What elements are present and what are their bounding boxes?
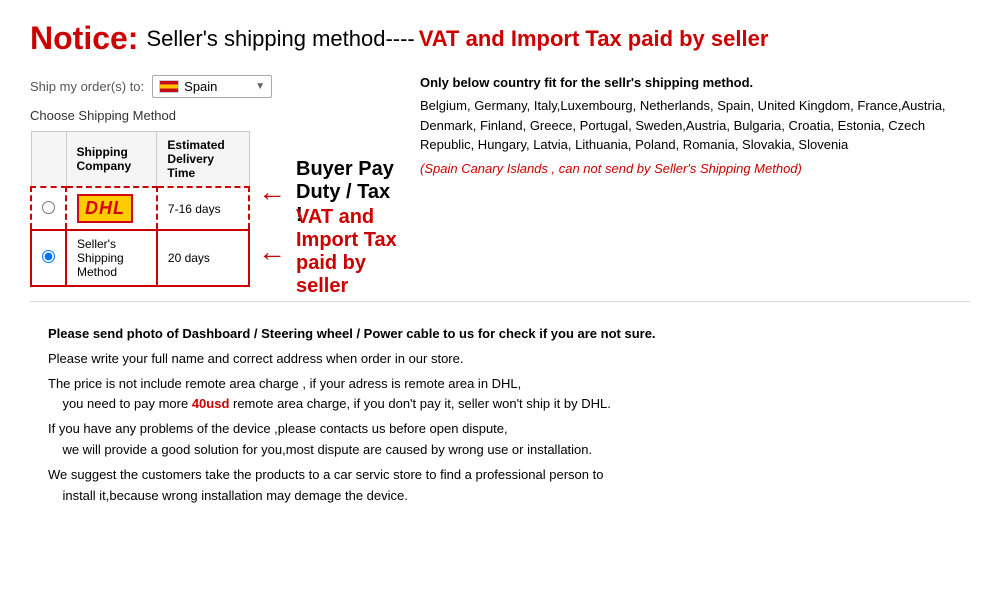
ship-to-country: Spain: [184, 79, 217, 94]
table-header-row: Shipping Company Estimated Delivery Time: [31, 132, 249, 188]
choose-method-label: Choose Shipping Method: [30, 108, 400, 123]
ship-to-row: Ship my order(s) to: Spain ▼: [30, 75, 400, 98]
notice-header: Notice: Seller's shipping method---- VAT…: [30, 20, 970, 57]
notice-text: Seller's shipping method----: [146, 26, 414, 52]
right-column: Only below country fit for the sellr's s…: [420, 75, 970, 287]
divider: [30, 301, 970, 302]
main-content: Ship my order(s) to: Spain ▼ Choose Ship…: [30, 75, 970, 287]
list-item: If you have any problems of the device ,…: [48, 419, 970, 461]
notes-list: Please send photo of Dashboard / Steerin…: [30, 324, 970, 506]
spain-flag-icon: [159, 80, 179, 93]
chevron-down-icon: ▼: [255, 81, 265, 92]
col-radio: [31, 132, 66, 188]
ship-to-label: Ship my order(s) to:: [30, 79, 144, 94]
country-list: Belgium, Germany, Italy,Luxembourg, Neth…: [420, 96, 970, 155]
note-3-red: 40usd: [192, 396, 230, 411]
radio-dhl[interactable]: [31, 187, 66, 230]
country-header: Only below country fit for the sellr's s…: [420, 75, 970, 90]
radio-dhl-input[interactable]: [42, 201, 55, 214]
seller-time-cell: 20 days: [157, 230, 249, 286]
col-company: Shipping Company: [66, 132, 157, 188]
seller-company-cell: Seller's Shipping Method: [66, 230, 157, 286]
table-row-seller: Seller's Shipping Method 20 days: [31, 230, 249, 286]
left-arrow-vat-icon: ←: [258, 236, 286, 268]
dhl-time-cell: 7-16 days: [157, 187, 249, 230]
notes-section: Please send photo of Dashboard / Steerin…: [30, 324, 970, 506]
dhl-logo: DHL: [77, 194, 133, 223]
left-arrow-duty-icon: ←: [258, 176, 286, 208]
notice-bold-label: Notice:: [30, 20, 138, 57]
radio-seller[interactable]: [31, 230, 66, 286]
arrows-column: ← Buyer Pay Duty / Tax ! ← VAT and Impor…: [258, 131, 400, 277]
col-delivery: Estimated Delivery Time: [157, 132, 249, 188]
list-item: Please send photo of Dashboard / Steerin…: [48, 324, 970, 345]
canary-note: (Spain Canary Islands , can not send by …: [420, 161, 970, 176]
table-arrows-row: Shipping Company Estimated Delivery Time…: [30, 131, 400, 287]
vat-label: VAT and Import Tax paid by seller: [296, 206, 400, 298]
note-4-text: If you have any problems of the device ,…: [48, 419, 970, 461]
table-row-dhl: DHL 7-16 days: [31, 187, 249, 230]
ship-to-select[interactable]: Spain ▼: [152, 75, 272, 98]
list-item: The price is not include remote area cha…: [48, 374, 970, 416]
list-item: Please write your full name and correct …: [48, 349, 970, 370]
dhl-company-cell: DHL: [66, 187, 157, 230]
radio-seller-input[interactable]: [42, 250, 55, 263]
note-5-text: We suggest the customers take the produc…: [48, 465, 970, 507]
note-3-text: The price is not include remote area cha…: [48, 374, 970, 416]
list-item: We suggest the customers take the produc…: [48, 465, 970, 507]
note-2-text: Please write your full name and correct …: [48, 349, 970, 370]
notice-red-text: VAT and Import Tax paid by seller: [419, 26, 769, 52]
arrow-vat-row: ← VAT and Import Tax paid by seller: [258, 227, 400, 277]
left-column: Ship my order(s) to: Spain ▼ Choose Ship…: [30, 75, 400, 287]
note-1-text: Please send photo of Dashboard / Steerin…: [48, 324, 970, 345]
shipping-table: Shipping Company Estimated Delivery Time…: [30, 131, 250, 287]
